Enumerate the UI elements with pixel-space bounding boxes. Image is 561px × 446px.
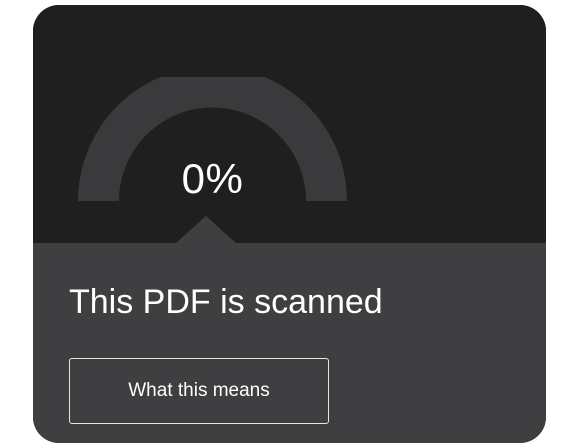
callout-pointer: [175, 216, 237, 244]
what-this-means-button[interactable]: What this means: [69, 358, 329, 424]
progress-percent-label: 0%: [181, 155, 244, 202]
scan-status-text: This PDF is scanned: [69, 283, 383, 321]
info-panel: This PDF is scanned What this means: [33, 243, 546, 443]
gauge-panel: 0%: [33, 5, 546, 244]
scan-status-card: 0% This PDF is scanned What this means: [33, 5, 546, 443]
